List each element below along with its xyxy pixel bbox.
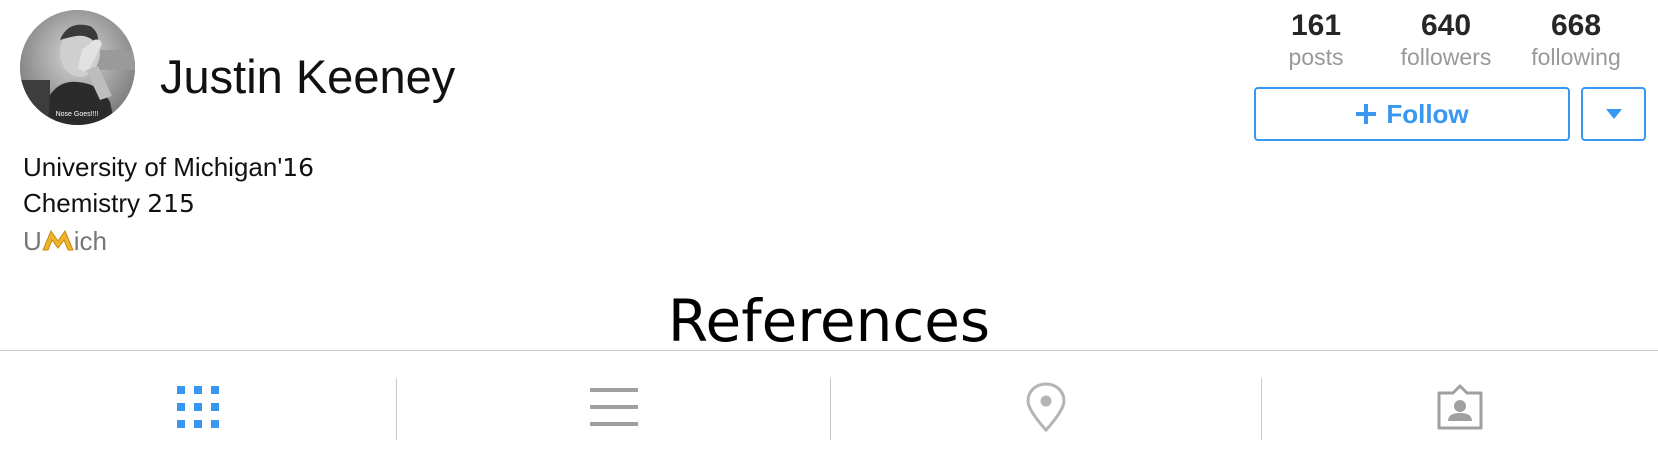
stat-followers-value: 640 xyxy=(1420,9,1472,42)
tab-map-view[interactable] xyxy=(831,372,1261,442)
stat-posts-value: 161 xyxy=(1290,9,1342,42)
plus-icon xyxy=(1356,104,1377,124)
stat-posts-label: posts xyxy=(1288,44,1344,70)
profile-username: Justin Keeney xyxy=(160,50,456,103)
bio-university-text: University of Michigan' xyxy=(23,152,283,182)
stat-posts[interactable]: 161 posts xyxy=(1251,8,1381,70)
bio-line-university: University of Michigan'16 xyxy=(23,152,314,183)
bio-line-chemistry: Chemistry 215 xyxy=(23,188,195,219)
list-icon xyxy=(589,388,638,426)
stat-following-value: 668 xyxy=(1550,9,1602,42)
tagged-person-icon xyxy=(1437,384,1483,430)
references-title: References xyxy=(667,287,991,355)
bio-university-year: 16 xyxy=(282,153,315,182)
tab-grid-view[interactable] xyxy=(0,372,396,442)
location-pin-icon xyxy=(1026,382,1066,433)
bio-line-umich: Uich xyxy=(23,226,107,257)
grid-icon xyxy=(177,386,219,428)
follow-options-dropdown-button[interactable] xyxy=(1581,87,1646,141)
tab-tagged-view[interactable] xyxy=(1262,372,1658,442)
avatar[interactable]: Nose Goes!!!! xyxy=(20,10,135,125)
stat-followers-label: followers xyxy=(1400,44,1492,70)
stat-following[interactable]: 668 following xyxy=(1511,8,1641,70)
bio-umich-prefix: U xyxy=(23,226,42,256)
caret-down-icon xyxy=(1605,109,1622,119)
block-m-icon xyxy=(42,229,74,251)
follow-button-label: Follow xyxy=(1386,98,1469,129)
bio-umich-suffix: ich xyxy=(73,226,108,256)
tab-bar-divider xyxy=(0,350,1658,351)
bio-chemistry-text: Chemistry xyxy=(23,188,148,218)
bio-chemistry-number: 215 xyxy=(147,189,195,218)
stat-followers[interactable]: 640 followers xyxy=(1381,8,1511,70)
avatar-caption: Nose Goes!!!! xyxy=(56,111,99,118)
follow-button[interactable]: Follow xyxy=(1254,87,1570,141)
tab-list-view[interactable] xyxy=(397,372,830,442)
stat-following-label: following xyxy=(1531,44,1621,70)
avatar-image: Nose Goes!!!! xyxy=(20,10,135,125)
profile-page: Nose Goes!!!! Justin Keeney University o… xyxy=(0,0,1658,459)
